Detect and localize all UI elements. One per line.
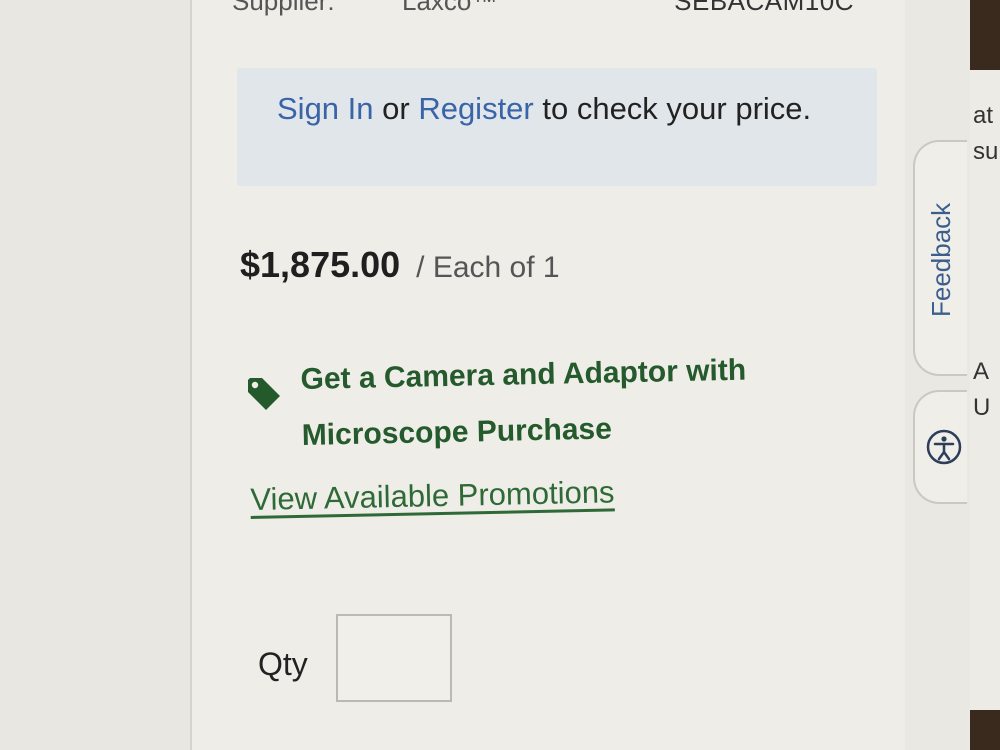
accessibility-tab[interactable] xyxy=(913,390,967,504)
or-text: or xyxy=(373,91,419,126)
check-price-text: to check your price. xyxy=(533,91,812,126)
quantity-input[interactable] xyxy=(336,614,452,702)
edge-fragment: U xyxy=(973,394,991,421)
accessibility-icon xyxy=(926,429,962,465)
catalog-number: SEBACAM10C xyxy=(674,0,854,16)
price-unit: / Each of 1 xyxy=(416,251,560,284)
screen: Supplier: Laxco™ SEBACAM10C Sign In or R… xyxy=(0,0,1000,750)
left-gutter xyxy=(0,0,190,750)
edge-fragment: A xyxy=(973,358,990,385)
feedback-tab[interactable]: Feedback xyxy=(913,140,967,376)
price-row: $1,875.00 / Each of 1 xyxy=(240,244,560,286)
sign-in-link[interactable]: Sign In xyxy=(277,91,374,126)
register-link[interactable]: Register xyxy=(418,91,533,126)
side-tabs: Feedback xyxy=(905,0,970,750)
signin-notice-text: Sign In or Register to check your price. xyxy=(277,82,817,136)
feedback-label: Feedback xyxy=(926,202,956,318)
qty-label: Qty xyxy=(258,646,308,682)
edge-fragment: su xyxy=(973,138,999,165)
edge-fragment: at xyxy=(973,102,994,129)
price-amount: $1,875.00 xyxy=(240,244,401,285)
supplier-name: Laxco™ xyxy=(402,0,498,16)
tag-icon xyxy=(248,378,280,410)
promotion-text: Get a Camera and Adaptor with Microscope… xyxy=(300,353,747,452)
price-signin-notice: Sign In or Register to check your price. xyxy=(237,68,877,186)
supplier-row: Supplier: Laxco™ SEBACAM10C xyxy=(232,0,872,16)
view-promotions-link[interactable]: View Available Promotions xyxy=(250,474,615,518)
product-purchase-panel: Supplier: Laxco™ SEBACAM10C Sign In or R… xyxy=(190,0,909,750)
supplier-label: Supplier: xyxy=(232,0,335,16)
adjacent-page-fragment: at su A U xyxy=(970,70,1000,710)
